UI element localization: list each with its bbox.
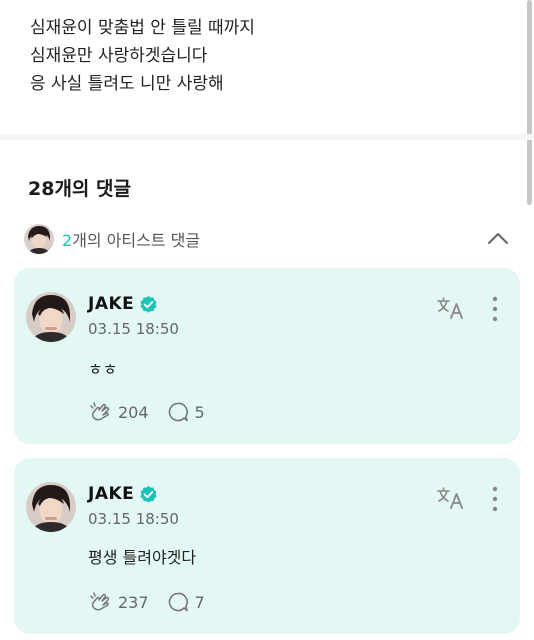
post-body: 심재윤이 맞춤법 안 틀릴 때까지 심재윤만 사랑하겟습니다 응 사실 틀려도 … [30, 14, 510, 98]
translate-icon[interactable] [436, 486, 466, 510]
cheer-hand-icon[interactable] [88, 590, 112, 614]
comment-date: 03.15 18:50 [88, 510, 179, 528]
chevron-up-icon[interactable] [486, 228, 510, 248]
reply-count: 7 [194, 592, 205, 612]
artist-comment-count: 2 [62, 231, 73, 250]
artist-comments-label: 2개의 아티스트 댓글 [62, 227, 200, 251]
translate-icon[interactable] [436, 296, 466, 320]
artist-avatar [24, 224, 54, 254]
post-line: 심재윤이 맞춤법 안 틀릴 때까지 [30, 18, 255, 38]
artist-comment-card: JAKE 03.15 18:50 ㅎㅎ 204 5 [14, 268, 520, 444]
artist-comments-toggle[interactable]: 2개의 아티스트 댓글 [24, 222, 514, 256]
speech-bubble-icon[interactable] [167, 401, 189, 423]
like-count: 204 [118, 402, 149, 422]
comment-reactions: 204 5 [88, 400, 205, 424]
comment-count-heading: 28개의 댓글 [28, 178, 131, 200]
comment-author[interactable]: JAKE [88, 294, 158, 314]
speech-bubble-icon[interactable] [167, 591, 189, 613]
comment-text: ㅎㅎ [88, 360, 118, 379]
more-vertical-icon[interactable] [490, 486, 500, 512]
comment-date: 03.15 18:50 [88, 320, 179, 338]
comment-page: 심재윤이 맞춤법 안 틀릴 때까지 심재윤만 사랑하겟습니다 응 사실 틀려도 … [0, 0, 534, 640]
comment-reactions: 237 7 [88, 590, 205, 614]
author-name: JAKE [88, 294, 135, 314]
like-count: 237 [118, 592, 149, 612]
section-divider [0, 134, 534, 140]
verified-badge-icon [140, 295, 157, 313]
reply-count: 5 [194, 402, 205, 422]
artist-comment-card: JAKE 03.15 18:50 평생 틀려야겟다 237 7 [14, 458, 520, 634]
avatar[interactable] [26, 292, 76, 342]
author-name: JAKE [88, 484, 135, 504]
post-line: 응 사실 틀려도 니만 사랑해 [30, 74, 224, 94]
comment-author[interactable]: JAKE [88, 484, 158, 504]
comment-text: 평생 틀려야겟다 [88, 548, 197, 567]
scrollbar[interactable] [527, 0, 532, 205]
post-line: 심재윤만 사랑하겟습니다 [30, 46, 208, 66]
verified-badge-icon [140, 485, 157, 503]
cheer-hand-icon[interactable] [88, 400, 112, 424]
avatar[interactable] [26, 482, 76, 532]
more-vertical-icon[interactable] [490, 296, 500, 322]
artist-comments-suffix: 개의 아티스트 댓글 [72, 231, 201, 250]
